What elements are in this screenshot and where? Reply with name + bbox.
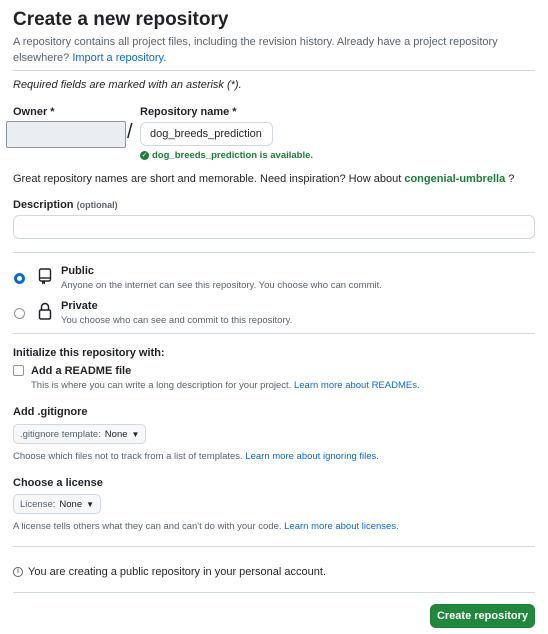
license-help: A license tells others what they can and… bbox=[13, 521, 399, 532]
repo-name-input[interactable] bbox=[140, 122, 273, 146]
readme-checkbox[interactable] bbox=[13, 365, 24, 376]
page-intro: A repository contains all project files,… bbox=[13, 34, 523, 66]
suggestion-text: Great repository names are short and mem… bbox=[13, 173, 402, 185]
description-input[interactable] bbox=[13, 215, 535, 239]
divider bbox=[13, 546, 535, 547]
suggested-name-link[interactable]: congenial-umbrella bbox=[404, 173, 505, 185]
optional-tag: (optional) bbox=[76, 200, 118, 210]
private-title: Private bbox=[61, 300, 98, 312]
divider bbox=[13, 592, 535, 593]
gitignore-title: Add .gitignore bbox=[13, 406, 88, 418]
triangle-down-icon: ▼ bbox=[131, 429, 140, 439]
lock-icon bbox=[38, 302, 52, 325]
public-title: Public bbox=[61, 265, 95, 277]
license-select-label: License: bbox=[20, 498, 56, 510]
gitignore-select-value: None bbox=[104, 428, 128, 440]
owner-dropdown[interactable] bbox=[6, 121, 126, 148]
suggestion-suffix: ? bbox=[508, 173, 515, 185]
readme-learn-more-link[interactable]: Learn more about READMEs. bbox=[294, 380, 420, 391]
readme-desc: This is where you can write a long descr… bbox=[31, 380, 292, 391]
name-suggestion: Great repository names are short and mem… bbox=[13, 173, 514, 185]
license-title: Choose a license bbox=[13, 477, 103, 489]
availability-message: ✓ dog_breeds_prediction is available. bbox=[140, 150, 313, 161]
check-circle-icon: ✓ bbox=[140, 151, 149, 160]
gitignore-select-label: .gitignore template: bbox=[20, 428, 101, 440]
readme-label[interactable]: Add a README file bbox=[31, 365, 131, 377]
license-desc: A license tells others what they can and… bbox=[13, 521, 282, 532]
divider bbox=[13, 70, 535, 71]
info-text: You are creating a public repository in … bbox=[28, 566, 326, 578]
gitignore-help: Choose which files not to track from a l… bbox=[13, 451, 379, 462]
readme-help: This is where you can write a long descr… bbox=[31, 380, 420, 391]
license-learn-more-link[interactable]: Learn more about licenses. bbox=[284, 521, 399, 532]
gitignore-desc: Choose which files not to track from a l… bbox=[13, 451, 243, 462]
description-label: Description (optional) bbox=[13, 199, 118, 211]
initialize-title: Initialize this repository with: bbox=[13, 347, 165, 359]
repo-name-label: Repository name * bbox=[140, 106, 237, 118]
availability-text: dog_breeds_prediction is available. bbox=[152, 150, 314, 161]
public-radio[interactable] bbox=[14, 273, 25, 284]
gitignore-learn-more-link[interactable]: Learn more about ignoring files. bbox=[245, 451, 379, 462]
private-description: You choose who can see and commit to thi… bbox=[61, 315, 293, 326]
owner-label: Owner * bbox=[13, 106, 55, 118]
required-fields-note: Required fields are marked with an aster… bbox=[13, 79, 242, 91]
divider bbox=[13, 252, 535, 253]
import-repository-link[interactable]: Import a repository. bbox=[72, 52, 166, 64]
triangle-down-icon: ▼ bbox=[86, 499, 95, 509]
repo-icon bbox=[38, 268, 52, 290]
description-label-text: Description bbox=[13, 199, 74, 211]
private-radio[interactable] bbox=[14, 308, 25, 319]
gitignore-select[interactable]: .gitignore template: None ▼ bbox=[13, 424, 147, 444]
public-description: Anyone on the internet can see this repo… bbox=[61, 280, 382, 291]
license-select[interactable]: License: None ▼ bbox=[13, 494, 102, 514]
divider bbox=[13, 333, 535, 334]
owner-repo-separator: / bbox=[127, 121, 133, 143]
create-repository-button[interactable]: Create repository bbox=[430, 604, 535, 628]
license-select-value: None bbox=[59, 498, 83, 510]
info-message: i You are creating a public repository i… bbox=[13, 566, 326, 578]
page-title: Create a new repository bbox=[13, 9, 229, 30]
info-icon: i bbox=[13, 567, 23, 577]
